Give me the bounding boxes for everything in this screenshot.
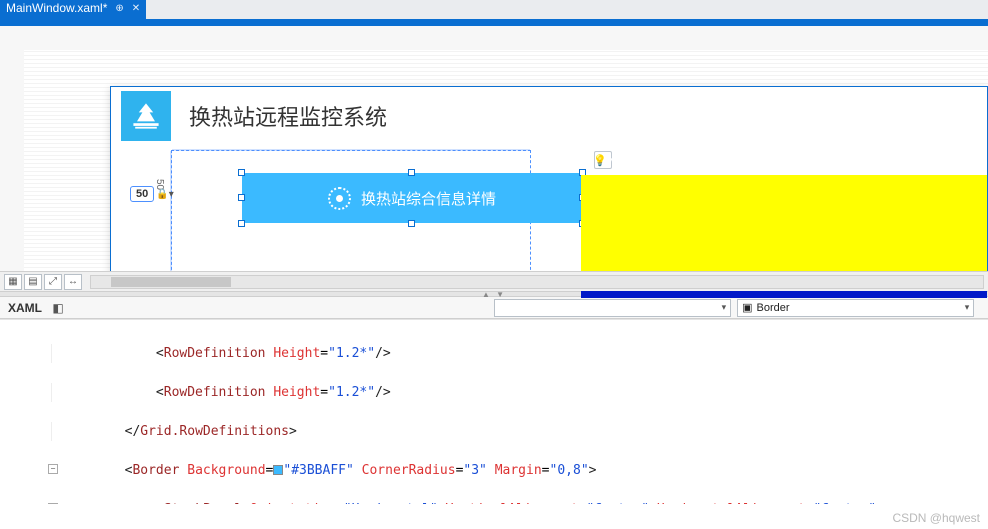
row-size-value: 50 <box>130 186 154 202</box>
fold-icon[interactable]: − <box>48 464 58 474</box>
fold-icon[interactable]: − <box>48 503 58 505</box>
document-tab-strip: MainWindow.xaml* ⊕ ✕ <box>0 0 988 22</box>
pin-icon[interactable]: ⊕ <box>115 3 123 14</box>
zoom-tool-button[interactable]: ⤢ <box>44 274 62 290</box>
document-tab[interactable]: MainWindow.xaml* ⊕ ✕ <box>0 0 146 19</box>
grid-outline[interactable]: 50 50 🔒▾ 换热站综合信息详情 💡▾ <box>171 150 531 275</box>
document-tab-title: MainWindow.xaml* <box>6 1 107 15</box>
row-size-indicator[interactable]: 50 🔒▾ <box>130 186 174 202</box>
yellow-panel[interactable] <box>581 175 987 280</box>
color-swatch-icon[interactable] <box>273 465 283 475</box>
preview-window[interactable]: 换热站远程监控系统 50 50 🔒▾ 换热站综合信息详情 💡▾ <box>110 86 988 281</box>
element-combo-left[interactable]: ▾ <box>494 299 731 317</box>
xaml-code-editor[interactable]: <RowDefinition Height="1.2*"/> <RowDefin… <box>0 319 988 504</box>
xaml-designer-surface[interactable]: 换热站远程监控系统 50 50 🔒▾ 换热站综合信息详情 💡▾ <box>0 26 988 291</box>
grid-tool-button[interactable]: ▦ <box>4 274 22 290</box>
close-icon[interactable]: ✕ <box>132 3 140 14</box>
pan-tool-button[interactable]: ↔ <box>64 274 82 290</box>
app-logo-icon <box>121 91 171 141</box>
ruler-vertical <box>170 151 172 274</box>
watermark: CSDN @hqwest <box>892 511 980 525</box>
popout-icon[interactable]: ◧ <box>50 301 66 315</box>
design-body: 50 50 🔒▾ 换热站综合信息详情 💡▾ <box>111 145 987 275</box>
chevron-down-icon: ▾ <box>722 302 727 313</box>
app-title: 换热站远程监控系统 <box>189 100 387 132</box>
selection-handles[interactable] <box>242 173 582 223</box>
chevron-down-icon: ▾ <box>965 302 970 313</box>
xaml-tab-label[interactable]: XAML <box>0 301 50 315</box>
snap-tool-button[interactable]: ▤ <box>24 274 42 290</box>
horizontal-scrollbar[interactable] <box>90 275 984 289</box>
xaml-pane-header: XAML ◧ ▾ ▣ Border ▾ <box>0 297 988 319</box>
element-combo-right[interactable]: ▣ Border ▾ <box>737 299 974 317</box>
scrollbar-thumb[interactable] <box>111 277 231 287</box>
lightbulb-icon[interactable]: 💡▾ <box>594 151 612 169</box>
combo-square-icon: ▣ <box>742 301 752 314</box>
ruler-horizontal <box>172 149 530 151</box>
combo-right-text: Border <box>757 302 790 314</box>
lock-icon[interactable]: 🔒▾ <box>156 189 173 200</box>
designer-footer-toolbar: ▦ ▤ ⤢ ↔ <box>0 271 988 291</box>
app-header: 换热站远程监控系统 <box>111 87 987 145</box>
